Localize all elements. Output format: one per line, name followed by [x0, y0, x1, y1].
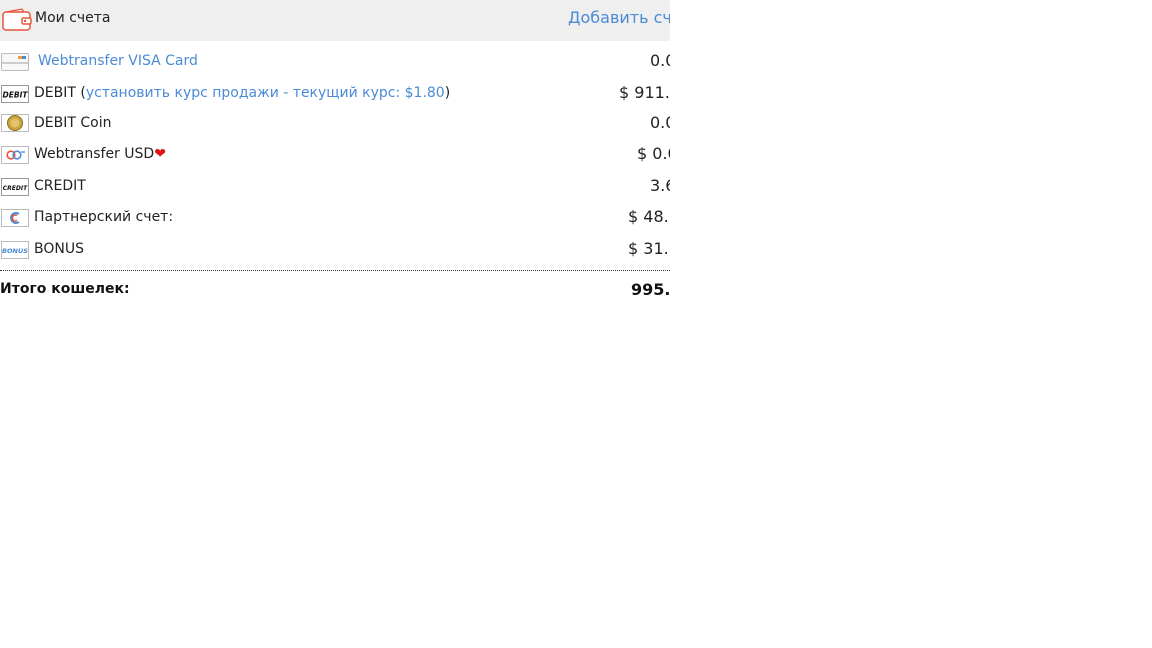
- visa-card-icon: [1, 53, 29, 71]
- bonus-icon: BONUS: [1, 241, 29, 259]
- account-value-partner: $ 48.2: [628, 207, 670, 226]
- account-label-webtransfer-usd: Webtransfer USD❤: [34, 146, 166, 162]
- partner-icon: [1, 209, 29, 227]
- account-row-credit: CREDIT CREDIT 3.6: [0, 171, 670, 201]
- total-label: Итого кошелек:: [0, 281, 130, 297]
- webtransfer-usd-icon: [1, 146, 29, 164]
- account-row-webtransfer-usd: Webtransfer USD❤ $ 0.0: [0, 139, 670, 169]
- accounts-widget: Мои счета Добавить сче Webtransfer VISA …: [0, 0, 670, 310]
- account-row-visa: Webtransfer VISA Card 0.0: [0, 46, 670, 76]
- account-value-visa: 0.0: [650, 51, 670, 70]
- total-divider: [0, 270, 670, 271]
- account-label-bonus: BONUS: [34, 241, 84, 257]
- page-title: Мои счета: [35, 10, 111, 26]
- wallet-icon: [2, 8, 32, 31]
- account-label-partner: Партнерский счет:: [34, 209, 174, 225]
- bonus-icon-text: BONUS: [2, 247, 28, 255]
- account-label-debit: DEBIT (установить курс продажи - текущий…: [34, 85, 451, 101]
- account-label-debit-coin: DEBIT Coin: [34, 115, 112, 131]
- account-row-bonus: BONUS BONUS $ 31.8: [0, 234, 670, 264]
- set-sale-rate-link[interactable]: установить курс продажи - текущий курс: …: [86, 85, 445, 101]
- account-value-credit: 3.6: [650, 176, 670, 195]
- total-value: 995.5: [631, 280, 670, 299]
- add-account-link[interactable]: Добавить сче: [568, 8, 670, 27]
- account-row-partner: Партнерский счет: $ 48.2: [0, 202, 670, 232]
- credit-icon: CREDIT: [1, 178, 29, 196]
- account-row-debit-coin: DEBIT Coin 0.0: [0, 108, 670, 138]
- account-row-debit: DEBIT DEBIT (установить курс продажи - т…: [0, 78, 670, 108]
- accounts-header: Мои счета Добавить сче: [0, 0, 670, 41]
- account-value-debit: $ 911.7: [619, 83, 670, 102]
- account-value-webtransfer-usd: $ 0.0: [637, 144, 670, 163]
- heart-icon: ❤: [154, 146, 166, 162]
- account-value-debit-coin: 0.0: [650, 113, 670, 132]
- account-value-bonus: $ 31.8: [628, 239, 670, 258]
- debit-icon: DEBIT: [1, 85, 29, 103]
- credit-icon-text: CREDIT: [3, 185, 28, 192]
- debit-icon-text: DEBIT: [3, 91, 29, 100]
- account-label-visa[interactable]: Webtransfer VISA Card: [38, 53, 198, 69]
- debit-coin-icon: [1, 114, 29, 132]
- account-label-credit: CREDIT: [34, 178, 86, 194]
